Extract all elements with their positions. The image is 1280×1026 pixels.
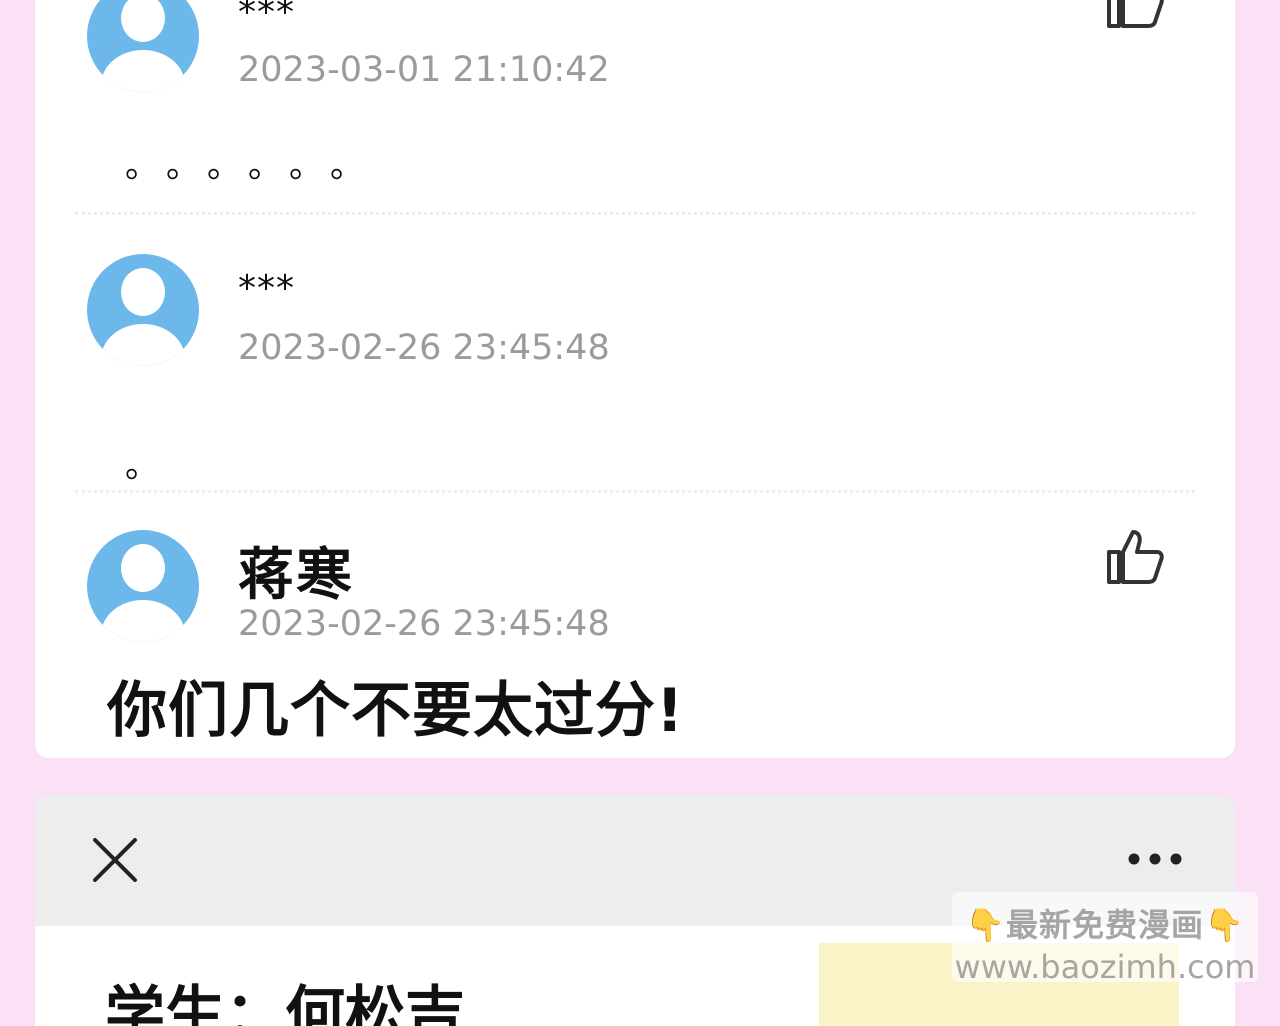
comment-username[interactable]: ***: [238, 0, 295, 33]
thumbs-up-icon[interactable]: [1105, 0, 1165, 30]
watermark-line2: www.baozimh.com: [954, 948, 1256, 986]
close-icon[interactable]: [91, 836, 139, 884]
comment-username[interactable]: 蒋寒: [238, 530, 354, 611]
comment-username[interactable]: ***: [238, 268, 295, 309]
comment-content: 。: [125, 446, 183, 486]
comment-timestamp: 2023-02-26 23:45:48: [238, 328, 610, 368]
more-icon[interactable]: [1127, 850, 1183, 868]
divider: [75, 490, 1195, 493]
avatar[interactable]: [87, 254, 199, 366]
comment-item: *** 2023-03-01 21:10:42 。。。。。。: [35, 0, 1235, 210]
comment-timestamp: 2023-02-26 23:45:48: [238, 604, 610, 644]
divider: [75, 212, 1195, 215]
avatar[interactable]: [87, 530, 199, 642]
comment-timestamp: 2023-03-01 21:10:42: [238, 50, 610, 90]
thumbs-up-icon[interactable]: [1105, 526, 1165, 586]
comment-content: 。。。。。。: [125, 146, 388, 186]
comments-panel: *** 2023-03-01 21:10:42 。。。。。。 *** 2023-…: [35, 0, 1235, 758]
watermark-line1: 👇最新免费漫画👇: [965, 906, 1245, 944]
comment-content: 你们几个不要太过分!: [107, 676, 685, 746]
avatar[interactable]: [87, 0, 199, 92]
panel-title: 学生：何松吉: [105, 980, 465, 1026]
watermark: 👇最新免费漫画👇 www.baozimh.com: [952, 892, 1258, 986]
